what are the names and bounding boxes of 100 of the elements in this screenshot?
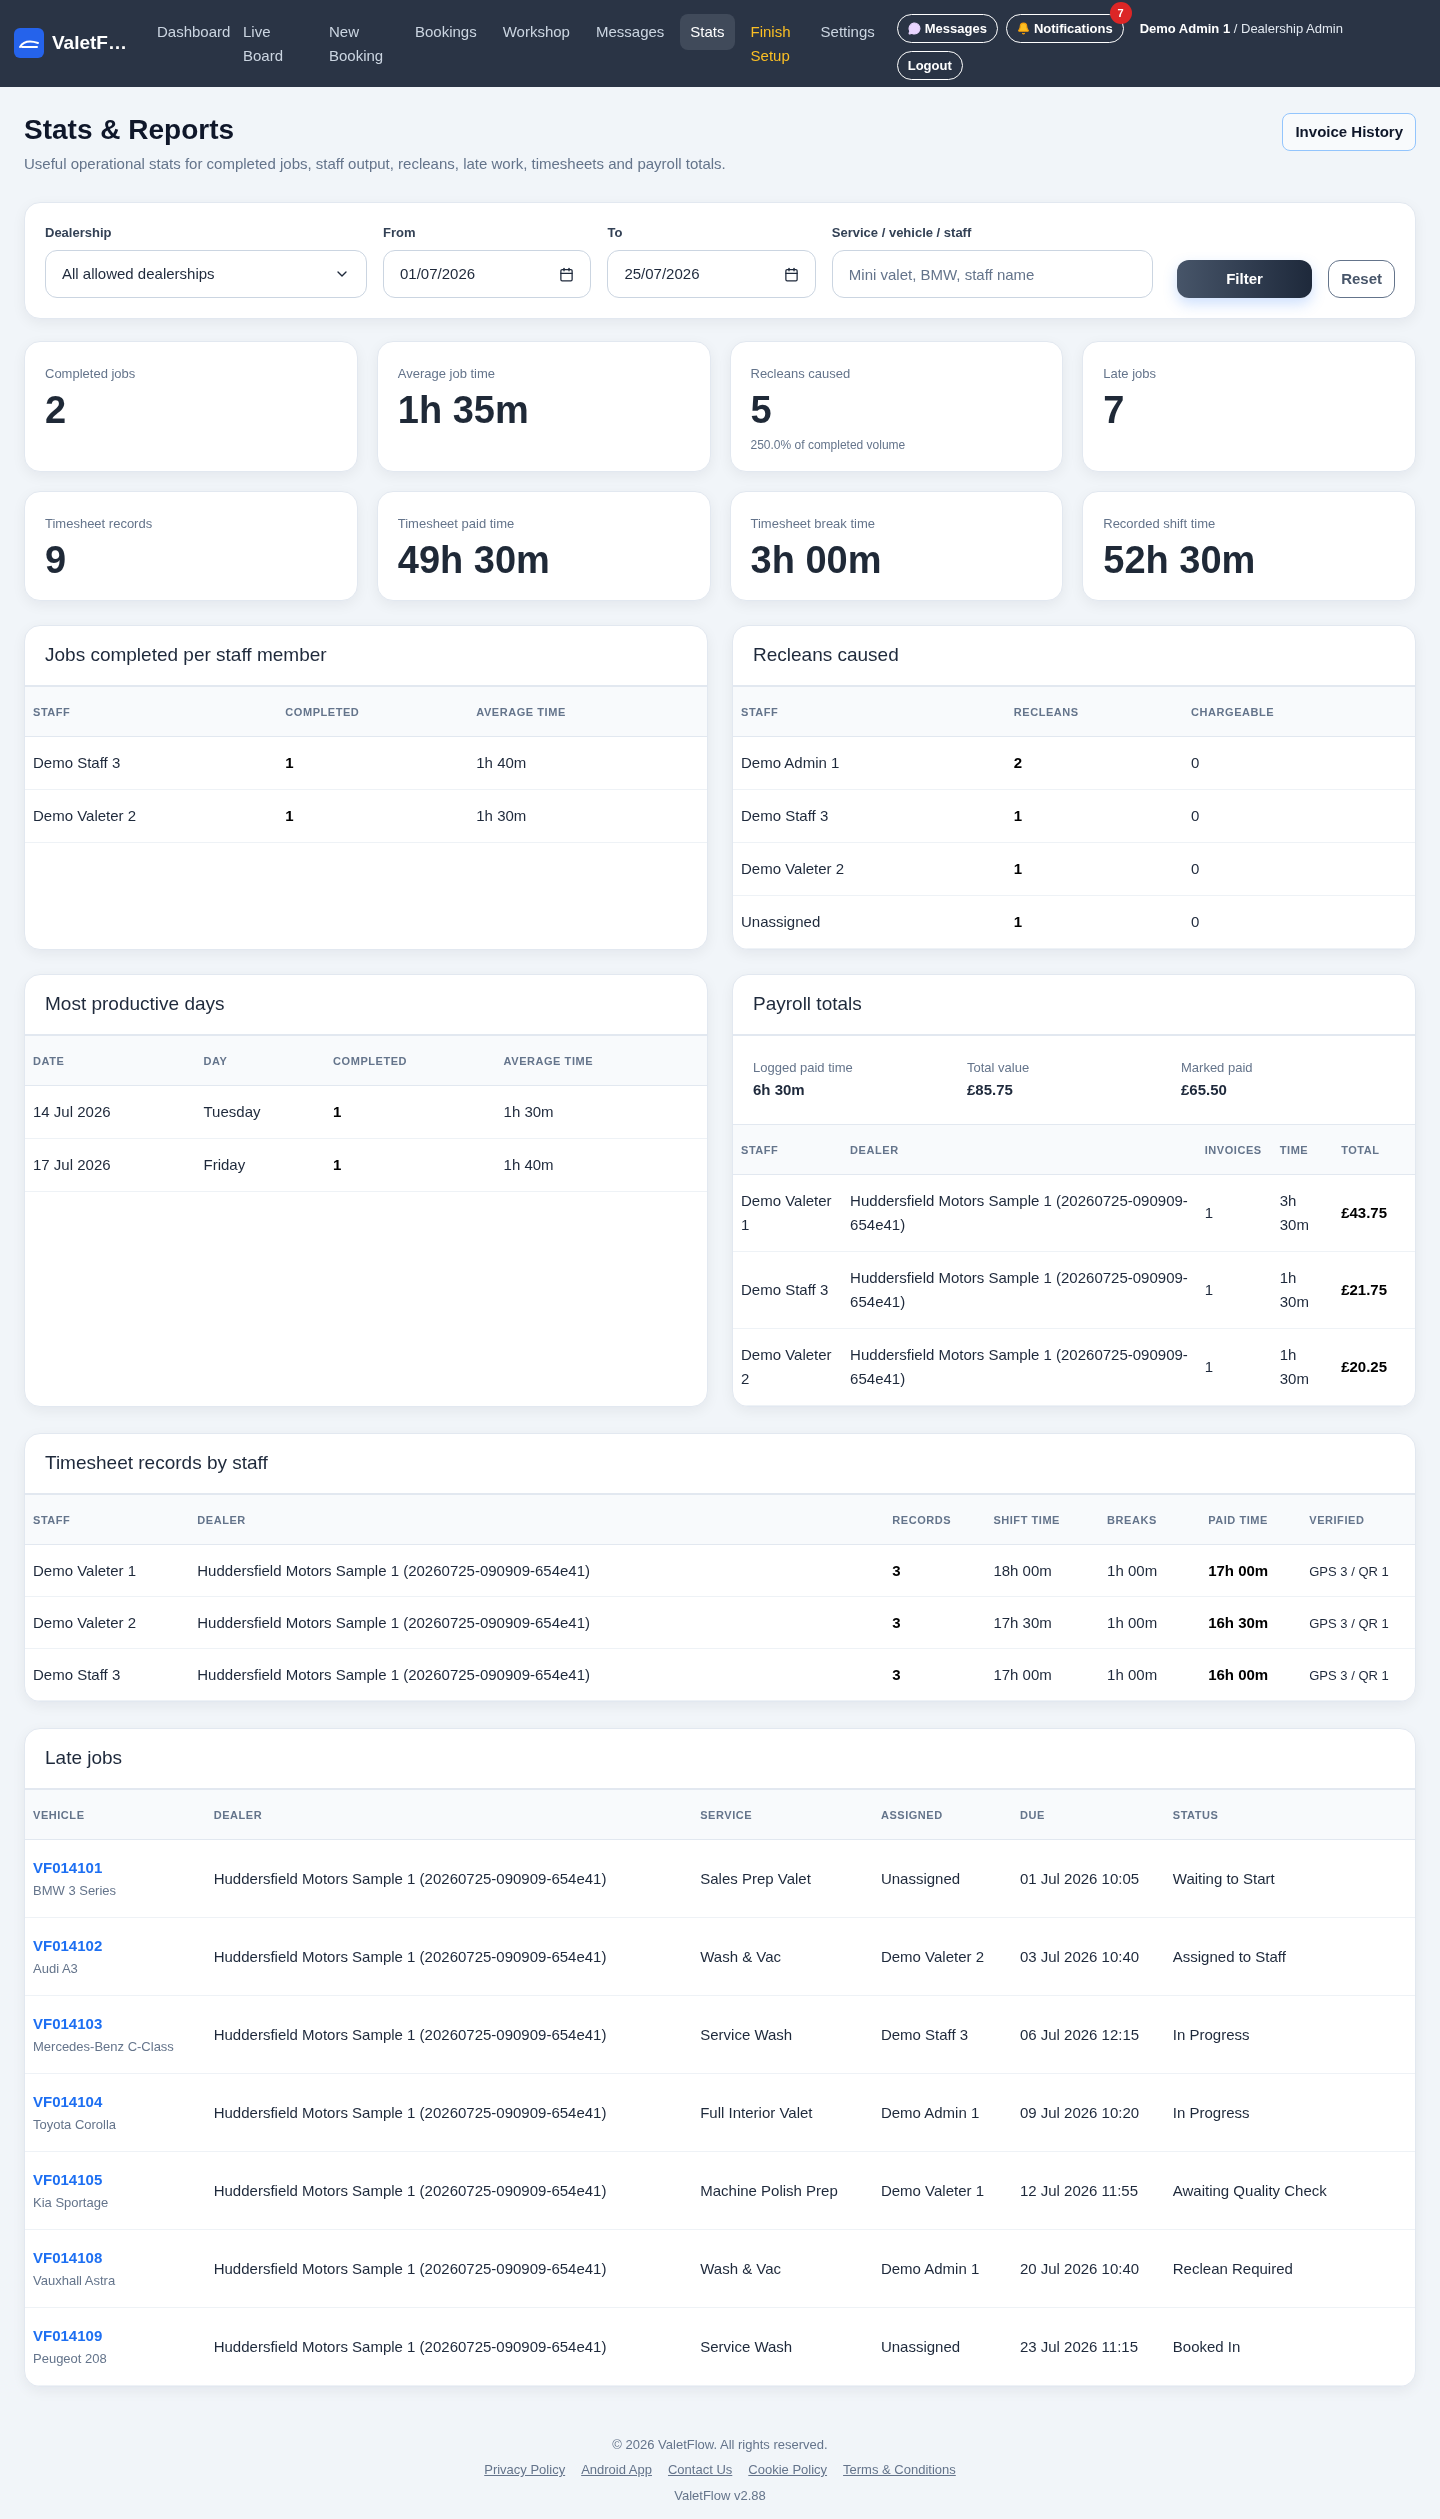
table-cell: Machine Polish Prep: [700, 2181, 838, 2199]
table-cell: Huddersfield Motors Sample 1 (20260725-090909-654e41): [197, 1613, 591, 1631]
column-header: DATE: [33, 1055, 65, 1068]
table-cell: 2: [1013, 754, 1023, 771]
table-cell: Demo Staff 3: [741, 1281, 829, 1298]
summary-label: Marked paid: [1181, 1058, 1254, 1077]
table-cell: Demo Staff 3: [33, 1665, 121, 1683]
stat-value: 52h 30m: [1103, 537, 1257, 582]
table-cell: Huddersfield Motors Sample 1 (20260725-090909-654e41): [213, 2025, 607, 2043]
vehicle-link[interactable]: VF014101: [33, 1856, 103, 1879]
column-header: SHIFT TIME: [993, 1514, 1060, 1527]
table-cell: In Progress: [1172, 2103, 1250, 2121]
stat-label: Average job time: [397, 365, 497, 383]
table-cell: In Progress: [1172, 2025, 1250, 2043]
column-header: COMPLETED: [333, 1055, 408, 1068]
table-cell: 01 Jul 2026 10:05: [1019, 1869, 1140, 1887]
table-cell: Tuesday: [203, 1103, 261, 1120]
vehicle-link[interactable]: VF014109: [33, 2324, 103, 2347]
stat-label: Recleans caused: [750, 365, 852, 383]
column-header: SERVICE: [700, 1809, 753, 1822]
table-cell: 14 Jul 2026: [33, 1103, 111, 1120]
brand-name: ValetF…: [52, 30, 127, 55]
card-title: Payroll totals: [753, 993, 862, 1014]
table-cell: Service Wash: [700, 2337, 793, 2355]
table-cell: Demo Staff 3: [880, 2025, 969, 2043]
vehicle-link[interactable]: VF014102: [33, 1934, 103, 1957]
table-cell: Booked In: [1172, 2337, 1241, 2355]
nav-link[interactable]: Stats: [680, 14, 735, 50]
table-cell: Huddersfield Motors Sample 1 (20260725-090909-654e41): [213, 2181, 607, 2199]
stat-value: 2: [45, 387, 68, 432]
table-cell: Unassigned: [880, 2337, 961, 2355]
column-header: ASSIGNED: [880, 1809, 943, 1822]
summary-label: Total value: [967, 1058, 1031, 1077]
table-cell: Sales Prep Valet: [700, 1869, 811, 1887]
summary-label: Logged paid time: [753, 1058, 854, 1077]
table-cell: 3: [892, 1561, 901, 1579]
summary-value: 6h 30m: [753, 1080, 806, 1100]
nav-link[interactable]: Messages: [585, 14, 675, 50]
table-cell: £21.75: [1341, 1281, 1388, 1298]
vehicle-model: Audi A3: [33, 1960, 79, 1978]
field-label: To: [607, 223, 624, 242]
column-header: DEALER: [197, 1514, 246, 1527]
nav-link[interactable]: Finish Setup: [740, 14, 805, 74]
table-cell: 0: [1191, 807, 1200, 824]
card-title: Late jobs: [45, 1747, 123, 1768]
table-cell: Huddersfield Motors Sample 1 (20260725-090909-654e41): [213, 2337, 607, 2355]
column-header: TIME: [1279, 1144, 1309, 1157]
table-cell: 3: [892, 1613, 901, 1631]
table-cell: Assigned to Staff: [1172, 1947, 1286, 1965]
reset-button[interactable]: Reset: [1328, 260, 1395, 298]
table-cell: GPS 3 / QR 1: [1309, 1563, 1389, 1579]
footer-link[interactable]: Terms & Conditions: [843, 2460, 956, 2480]
copyright-text: © 2026 ValetFlow. All rights reserved.: [612, 2435, 828, 2454]
dealership-select[interactable]: All allowed dealerships: [45, 250, 367, 298]
footer-link[interactable]: Android App: [581, 2460, 652, 2480]
column-header: CHARGEABLE: [1191, 706, 1275, 719]
table-cell: 1h 40m: [503, 1156, 554, 1173]
table-cell: Demo Valeter 1: [880, 2181, 984, 2199]
stat-value: 1h 35m: [397, 387, 530, 432]
field-label: Service / vehicle / staff: [831, 223, 973, 242]
nav-link[interactable]: Live Board: [233, 14, 313, 74]
footer-link[interactable]: Contact Us: [668, 2460, 733, 2480]
column-header: DAY: [203, 1055, 228, 1068]
table-cell: 1h 30m: [1279, 1346, 1309, 1387]
nav-link[interactable]: Settings: [810, 14, 885, 50]
footer-link[interactable]: Cookie Policy: [748, 2460, 828, 2480]
column-header: DEALER: [850, 1144, 899, 1157]
invoice-history-button[interactable]: Invoice History: [1282, 113, 1416, 151]
column-header: STAFF: [741, 1144, 779, 1157]
stat-label: Late jobs: [1103, 365, 1157, 383]
vehicle-link[interactable]: VF014105: [33, 2168, 103, 2191]
table-cell: 1h 30m: [476, 807, 527, 824]
vehicle-link[interactable]: VF014104: [33, 2090, 103, 2113]
stat-value: 3h 00m: [750, 537, 883, 582]
footer-link[interactable]: Privacy Policy: [484, 2460, 566, 2480]
to-date-field[interactable]: 25/07/2026: [607, 250, 816, 298]
vehicle-link[interactable]: VF014103: [33, 2012, 103, 2035]
table-cell: 0: [1191, 913, 1200, 930]
calendar-icon: [783, 266, 799, 282]
column-header: VERIFIED: [1309, 1514, 1365, 1527]
bell-icon: [1016, 22, 1030, 35]
table-cell: Huddersfield Motors Sample 1 (20260725-090909-654e41): [197, 1561, 591, 1579]
table-cell: Awaiting Quality Check: [1172, 2181, 1327, 2199]
table-cell: 1h 00m: [1107, 1613, 1158, 1631]
table-cell: 1: [333, 1103, 342, 1120]
from-date-field[interactable]: 01/07/2026: [383, 250, 592, 298]
column-header: STAFF: [741, 706, 779, 719]
table-cell: 1: [333, 1156, 342, 1173]
nav-link[interactable]: New Booking: [319, 14, 399, 74]
stat-label: Completed jobs: [45, 365, 137, 383]
table-cell: Huddersfield Motors Sample 1 (20260725-090909-654e41): [213, 1947, 607, 1965]
filter-button[interactable]: Filter: [1176, 260, 1313, 298]
search-field[interactable]: Mini valet, BMW, staff name: [831, 250, 1153, 298]
table-cell: £43.75: [1341, 1204, 1388, 1221]
vehicle-link[interactable]: VF014108: [33, 2246, 103, 2269]
nav-link[interactable]: Bookings: [405, 14, 487, 50]
page-subtitle: Useful operational stats for completed jobs, staff output, recleans, late work, timesheets and payroll totals.: [24, 154, 726, 174]
column-header: VEHICLE: [33, 1809, 85, 1822]
nav-link[interactable]: Workshop: [492, 14, 580, 50]
stat-value: 5: [750, 387, 773, 432]
